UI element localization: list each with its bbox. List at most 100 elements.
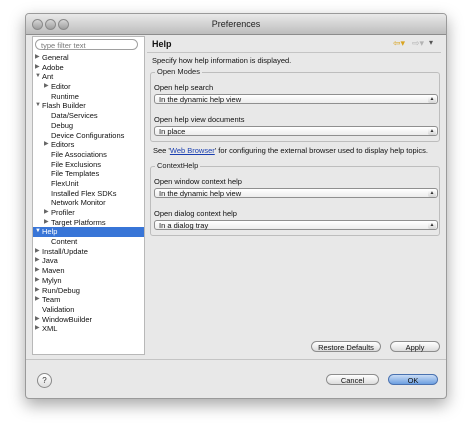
tree-item-install-update[interactable]: ▶ Install/Update xyxy=(33,247,144,257)
tree-item-file-templates[interactable]: File Templates xyxy=(33,169,144,179)
tree-item-label: File Templates xyxy=(51,169,100,179)
disclosure-expanded-icon[interactable]: ▼ xyxy=(35,227,41,237)
disclosure-collapsed-icon[interactable]: ▶ xyxy=(35,266,40,276)
dialog-context-select[interactable]: In a dialog tray ▲ xyxy=(154,220,438,230)
web-browser-hint: See 'Web Browser' for configuring the ex… xyxy=(153,146,428,155)
open-modes-legend: Open Modes xyxy=(155,67,202,76)
chevron-updown-icon: ▲ xyxy=(428,96,436,103)
footer-separator xyxy=(26,359,446,360)
tree-item-runtime[interactable]: Runtime xyxy=(33,92,144,102)
window-context-label: Open window context help xyxy=(154,177,242,186)
chevron-updown-icon: ▲ xyxy=(428,222,436,229)
preferences-window: Preferences type filter text ▶ General ▶ Ad… xyxy=(25,13,447,399)
web-browser-link[interactable]: Web Browser xyxy=(170,146,215,155)
disclosure-collapsed-icon[interactable]: ▶ xyxy=(35,276,40,286)
tree-item-label: Install/Update xyxy=(42,246,88,256)
tree-item-maven[interactable]: ▶ Maven xyxy=(33,266,144,276)
tree-item-help[interactable]: ▼ Help xyxy=(33,227,144,238)
cancel-button[interactable]: Cancel xyxy=(326,374,379,385)
preference-tree-panel: type filter text ▶ General ▶ Adobe ▼ Ant ▶ Edit… xyxy=(32,36,145,355)
disclosure-collapsed-icon[interactable]: ▶ xyxy=(35,247,40,257)
tree-item-label: Data/Services xyxy=(51,111,98,121)
tree-item-label: Device Configurations xyxy=(51,130,125,140)
tree-item-team[interactable]: ▶ Team xyxy=(33,295,144,305)
title-bar: Preferences xyxy=(26,14,446,35)
disclosure-expanded-icon[interactable]: ▼ xyxy=(35,72,41,82)
tree-item-debug[interactable]: Debug xyxy=(33,121,144,131)
tree-item-content[interactable]: Content xyxy=(33,237,144,247)
tree-item-label: XML xyxy=(42,324,58,334)
tree-item-label: Network Monitor xyxy=(51,198,106,208)
window-context-select[interactable]: In the dynamic help view ▲ xyxy=(154,188,438,198)
dialog-context-label: Open dialog context help xyxy=(154,209,237,218)
tree-item-label: Target Platforms xyxy=(51,217,106,227)
disclosure-collapsed-icon[interactable]: ▶ xyxy=(44,82,49,92)
help-icon[interactable]: ? xyxy=(37,373,52,388)
disclosure-collapsed-icon[interactable]: ▶ xyxy=(35,315,40,325)
tree-item-label: Adobe xyxy=(42,62,64,72)
tree-item-mylyn[interactable]: ▶ Mylyn xyxy=(33,276,144,286)
hint-prefix: See ' xyxy=(153,146,170,155)
disclosure-collapsed-icon[interactable]: ▶ xyxy=(44,218,49,228)
tree-item-flexunit[interactable]: FlexUnit xyxy=(33,179,144,189)
help-search-label: Open help search xyxy=(154,83,214,92)
tree-item-label: Debug xyxy=(51,120,74,130)
help-docs-label: Open help view documents xyxy=(154,115,245,124)
tree-item-label: Runtime xyxy=(51,91,79,101)
tree-item-label: Installed Flex SDKs xyxy=(51,188,117,198)
tree-item-editors[interactable]: ▶ Editors xyxy=(33,140,144,150)
tree-item-flash-builder[interactable]: ▼ Flash Builder xyxy=(33,101,144,111)
tree-item-label: FlexUnit xyxy=(51,178,79,188)
filter-input[interactable]: type filter text xyxy=(35,39,138,50)
disclosure-collapsed-icon[interactable]: ▶ xyxy=(35,63,40,73)
tree-item-profiler[interactable]: ▶ Profiler xyxy=(33,208,144,218)
forward-arrow-icon[interactable]: ⇨▾ xyxy=(412,38,424,49)
disclosure-collapsed-icon[interactable]: ▶ xyxy=(44,140,49,150)
preference-tree: ▶ General ▶ Adobe ▼ Ant ▶ Editor Runtime ▼ Flash B… xyxy=(33,53,144,334)
tree-item-data-services[interactable]: Data/Services xyxy=(33,111,144,121)
tree-item-target-platforms[interactable]: ▶ Target Platforms xyxy=(33,218,144,228)
tree-item-label: File Associations xyxy=(51,149,107,159)
restore-defaults-button[interactable]: Restore Defaults xyxy=(311,341,381,352)
tree-item-label: Mylyn xyxy=(42,275,62,285)
ok-button[interactable]: OK xyxy=(388,374,438,385)
help-docs-value: In place xyxy=(159,127,186,136)
view-menu-icon[interactable]: ▾ xyxy=(429,38,433,47)
tree-item-editor[interactable]: ▶ Editor xyxy=(33,82,144,92)
tree-item-general[interactable]: ▶ General xyxy=(33,53,144,63)
chevron-updown-icon: ▲ xyxy=(428,128,436,135)
disclosure-collapsed-icon[interactable]: ▶ xyxy=(44,208,49,218)
tree-item-file-associations[interactable]: File Associations xyxy=(33,150,144,160)
disclosure-collapsed-icon[interactable]: ▶ xyxy=(35,295,40,305)
disclosure-collapsed-icon[interactable]: ▶ xyxy=(35,286,40,296)
help-search-select[interactable]: In the dynamic help view ▲ xyxy=(154,94,438,104)
tree-item-ant[interactable]: ▼ Ant xyxy=(33,72,144,82)
tree-item-windowbuilder[interactable]: ▶ WindowBuilder xyxy=(33,315,144,325)
tree-item-label: Help xyxy=(42,227,58,237)
tree-item-device-configurations[interactable]: Device Configurations xyxy=(33,131,144,141)
disclosure-collapsed-icon[interactable]: ▶ xyxy=(35,256,40,266)
dialog-context-value: In a dialog tray xyxy=(159,221,209,230)
tree-item-network-monitor[interactable]: Network Monitor xyxy=(33,198,144,208)
window-context-value: In the dynamic help view xyxy=(159,189,242,198)
disclosure-collapsed-icon[interactable]: ▶ xyxy=(35,324,40,334)
disclosure-collapsed-icon[interactable]: ▶ xyxy=(35,53,40,63)
tree-item-installed-flex-sdks[interactable]: Installed Flex SDKs xyxy=(33,189,144,199)
tree-item-label: Flash Builder xyxy=(42,101,86,111)
tree-item-label: Team xyxy=(42,295,61,305)
hint-suffix: ' for configuring the external browser u… xyxy=(214,146,428,155)
context-help-legend: ContextHelp xyxy=(155,161,201,170)
tree-item-java[interactable]: ▶ Java xyxy=(33,256,144,266)
tree-item-run-debug[interactable]: ▶ Run/Debug xyxy=(33,286,144,296)
help-search-value: In the dynamic help view xyxy=(159,95,242,104)
tree-item-validation[interactable]: Validation xyxy=(33,305,144,315)
disclosure-expanded-icon[interactable]: ▼ xyxy=(35,101,41,111)
page-title: Help xyxy=(152,39,172,49)
tree-item-xml[interactable]: ▶ XML xyxy=(33,324,144,334)
apply-button[interactable]: Apply xyxy=(390,341,440,352)
tree-item-file-exclusions[interactable]: File Exclusions xyxy=(33,160,144,170)
tree-item-label: WindowBuilder xyxy=(42,314,93,324)
help-docs-select[interactable]: In place ▲ xyxy=(154,126,438,136)
back-arrow-icon[interactable]: ⇦▾ xyxy=(393,38,405,49)
tree-item-adobe[interactable]: ▶ Adobe xyxy=(33,63,144,73)
